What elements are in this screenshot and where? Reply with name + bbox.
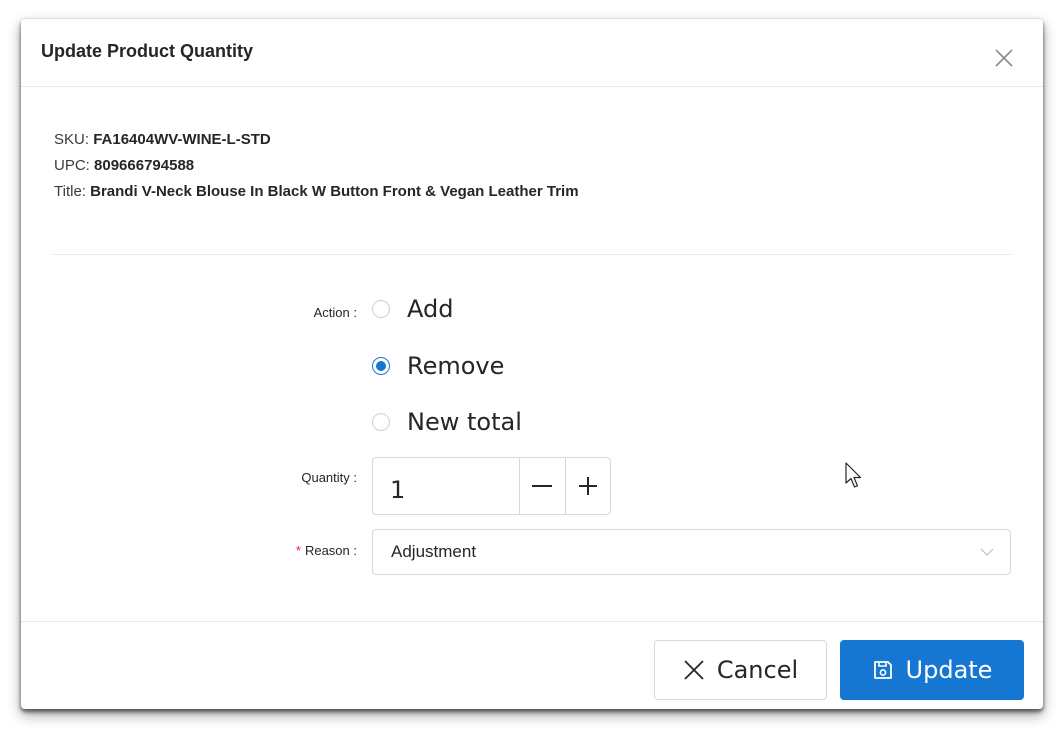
chevron-down-icon xyxy=(980,548,994,556)
sku-line: SKU: FA16404WV-WINE-L-STD xyxy=(54,127,579,153)
save-icon xyxy=(873,661,892,679)
update-quantity-dialog: Update Product Quantity SKU: FA16404WV-W… xyxy=(21,19,1043,709)
radio-circle[interactable] xyxy=(372,413,390,431)
upc-label: UPC: xyxy=(54,157,95,174)
cancel-label: Cancel xyxy=(716,656,799,684)
reason-label-wrap: * Reason : xyxy=(157,543,357,558)
update-label: Update xyxy=(905,656,993,684)
reason-label: Reason : xyxy=(304,543,357,558)
cancel-button[interactable]: Cancel xyxy=(654,640,827,700)
upc-line: UPC: 809666794588 xyxy=(54,153,579,179)
update-button[interactable]: Update xyxy=(840,640,1024,700)
upc-value: 809666794588 xyxy=(94,157,195,174)
radio-label: New total xyxy=(407,408,522,436)
close-icon xyxy=(995,49,1013,67)
radio-new-total[interactable]: New total xyxy=(372,405,522,439)
close-icon xyxy=(684,660,704,680)
radio-circle[interactable] xyxy=(372,300,390,318)
modal-header: Update Product Quantity xyxy=(21,19,1043,87)
title-line: Title: Brandi V-Neck Blouse In Black W B… xyxy=(54,179,579,205)
minus-icon xyxy=(532,485,553,487)
increment-button[interactable] xyxy=(564,458,611,514)
radio-add[interactable]: Add xyxy=(372,292,453,326)
close-button[interactable] xyxy=(993,47,1015,69)
product-info: SKU: FA16404WV-WINE-L-STD UPC: 809666794… xyxy=(54,127,579,205)
title-label: Title: xyxy=(54,183,91,200)
radio-label: Remove xyxy=(407,352,505,380)
plus-icon xyxy=(578,477,597,495)
radio-remove[interactable]: Remove xyxy=(372,349,504,383)
quantity-stepper xyxy=(372,457,611,515)
radio-circle-checked[interactable] xyxy=(372,357,390,375)
mouse-pointer-icon xyxy=(845,462,862,488)
quantity-input[interactable] xyxy=(373,458,519,514)
radio-label: Add xyxy=(407,295,454,323)
decrement-button[interactable] xyxy=(519,458,565,514)
required-mark: * xyxy=(295,543,301,558)
title-value: Brandi V-Neck Blouse In Black W Button F… xyxy=(90,183,579,200)
reason-value: Adjustment xyxy=(391,542,477,561)
modal-footer: Cancel Update xyxy=(21,621,1043,710)
sku-value: FA16404WV-WINE-L-STD xyxy=(93,131,271,148)
action-label: Action : xyxy=(313,305,357,320)
reason-select[interactable]: Adjustment xyxy=(372,529,1011,575)
quantity-label: Quantity : xyxy=(301,470,357,485)
modal-title: Update Product Quantity xyxy=(41,41,254,61)
divider xyxy=(53,254,1012,255)
sku-label: SKU: xyxy=(54,131,94,148)
